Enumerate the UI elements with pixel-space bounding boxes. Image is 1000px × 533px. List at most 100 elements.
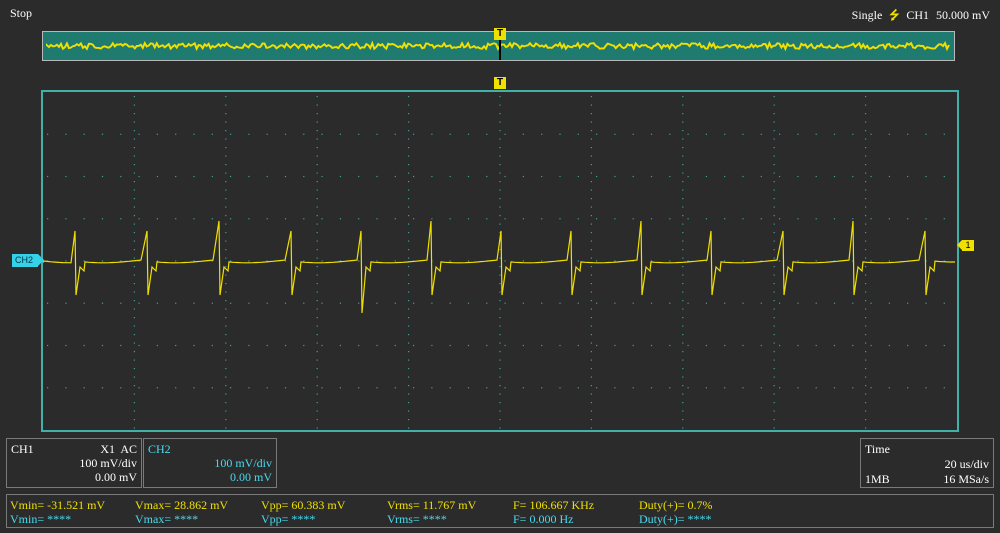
grid-dot [774, 207, 775, 208]
grid-dot [774, 275, 775, 276]
grid-dot [944, 134, 945, 135]
grid-dot [303, 303, 304, 304]
grid-dot [591, 360, 592, 361]
measurement-bar[interactable]: Vmin= -31.521 mV Vmax= 28.862 mV Vpp= 60… [6, 494, 994, 528]
grid-dot [779, 303, 780, 304]
grid-dot [669, 387, 670, 388]
overview-trigger-marker[interactable]: T [494, 28, 506, 40]
grid-dot [225, 266, 226, 267]
grid-dot [889, 260, 890, 261]
grid-dot [774, 164, 775, 165]
grid-dot [408, 198, 409, 199]
ch2-info-panel[interactable]: CH2 100 mV/div 0.00 mV [143, 438, 277, 488]
time-info-panel[interactable]: Time 20 us/div 1MB 16 MSa/s [860, 438, 994, 488]
grid-dot [408, 300, 409, 301]
grid-dot [225, 334, 226, 335]
grid-dot [523, 218, 524, 219]
trigger-mode: Single [852, 8, 883, 22]
grid-dot [682, 224, 683, 225]
grid-dot [317, 232, 318, 233]
grid-dot [450, 134, 451, 135]
run-state[interactable]: Stop [10, 6, 32, 21]
grid-dot [834, 345, 835, 346]
memory-depth: 1MB [865, 472, 890, 487]
grid-dot [907, 218, 908, 219]
grid-dot [688, 134, 689, 135]
grid-dot [865, 275, 866, 276]
grid-dot [134, 122, 135, 123]
ch1-waveform [43, 221, 955, 313]
grid-dot [303, 176, 304, 177]
grid-dot [865, 96, 866, 97]
grid-dot [761, 345, 762, 346]
grid-dot [774, 96, 775, 97]
grid-dot [633, 176, 634, 177]
trigger-level-marker[interactable]: 1 [962, 240, 974, 251]
grid-dot [865, 122, 866, 123]
grid-dot [865, 105, 866, 106]
grid-dot [317, 164, 318, 165]
trigger-status[interactable]: Single ⭍ CH1 50.000 mV [848, 6, 990, 27]
grid-dot [317, 241, 318, 242]
grid-dot [505, 260, 506, 261]
grid-dot [774, 241, 775, 242]
grid-dot [65, 345, 66, 346]
grid-dot [225, 139, 226, 140]
grid-dot [450, 260, 451, 261]
grid-dot [193, 218, 194, 219]
ch1-name: CH1 [11, 442, 34, 456]
grid-dot [774, 394, 775, 395]
grid-dot [591, 96, 592, 97]
grid-dot [591, 156, 592, 157]
grid-dot [285, 345, 286, 346]
grid-dot [774, 292, 775, 293]
grid-dot [682, 360, 683, 361]
grid-dot [408, 147, 409, 148]
waveform-screen[interactable] [41, 90, 959, 432]
grid-dot [774, 419, 775, 420]
grid-dot [212, 387, 213, 388]
grid-dot [134, 351, 135, 352]
grid-dot [468, 134, 469, 135]
trigger-position-marker[interactable]: T [494, 77, 506, 89]
grid-dot [120, 218, 121, 219]
grid-dot [907, 134, 908, 135]
grid-dot [865, 300, 866, 301]
ch2-ground-marker[interactable]: CH2 [12, 254, 38, 267]
grid-dot [865, 207, 866, 208]
grid-dot [317, 258, 318, 259]
grid-dot [682, 122, 683, 123]
grid-dot [499, 266, 500, 267]
grid-dot [816, 387, 817, 388]
ch1-info-panel[interactable]: CH1 X1 AC 100 mV/div 0.00 mV [6, 438, 142, 488]
grid-dot [724, 134, 725, 135]
grid-dot [499, 317, 500, 318]
grid-dot [395, 176, 396, 177]
grid-dot [779, 345, 780, 346]
grid-dot [499, 394, 500, 395]
grid-dot [865, 343, 866, 344]
grid-dot [225, 385, 226, 386]
grid-dot [591, 190, 592, 191]
grid-dot [591, 292, 592, 293]
grid-dot [225, 130, 226, 131]
grid-dot [797, 218, 798, 219]
grid-dot [591, 334, 592, 335]
grid-dot [871, 176, 872, 177]
grid-dot [871, 218, 872, 219]
ch2-vpp: Vpp= **** [261, 512, 315, 526]
grid-dot [682, 368, 683, 369]
grid-dot [134, 190, 135, 191]
grid-dot [706, 345, 707, 346]
grid-dot [408, 317, 409, 318]
grid-dot [468, 176, 469, 177]
grid-dot [682, 258, 683, 259]
grid-dot [225, 122, 226, 123]
ch1-probe: X1 [100, 442, 115, 456]
grid-dot [225, 317, 226, 318]
grid-dot [468, 303, 469, 304]
grid-dot [889, 387, 890, 388]
grid-dot [541, 134, 542, 135]
grid-dot [193, 345, 194, 346]
grid-dot [84, 303, 85, 304]
